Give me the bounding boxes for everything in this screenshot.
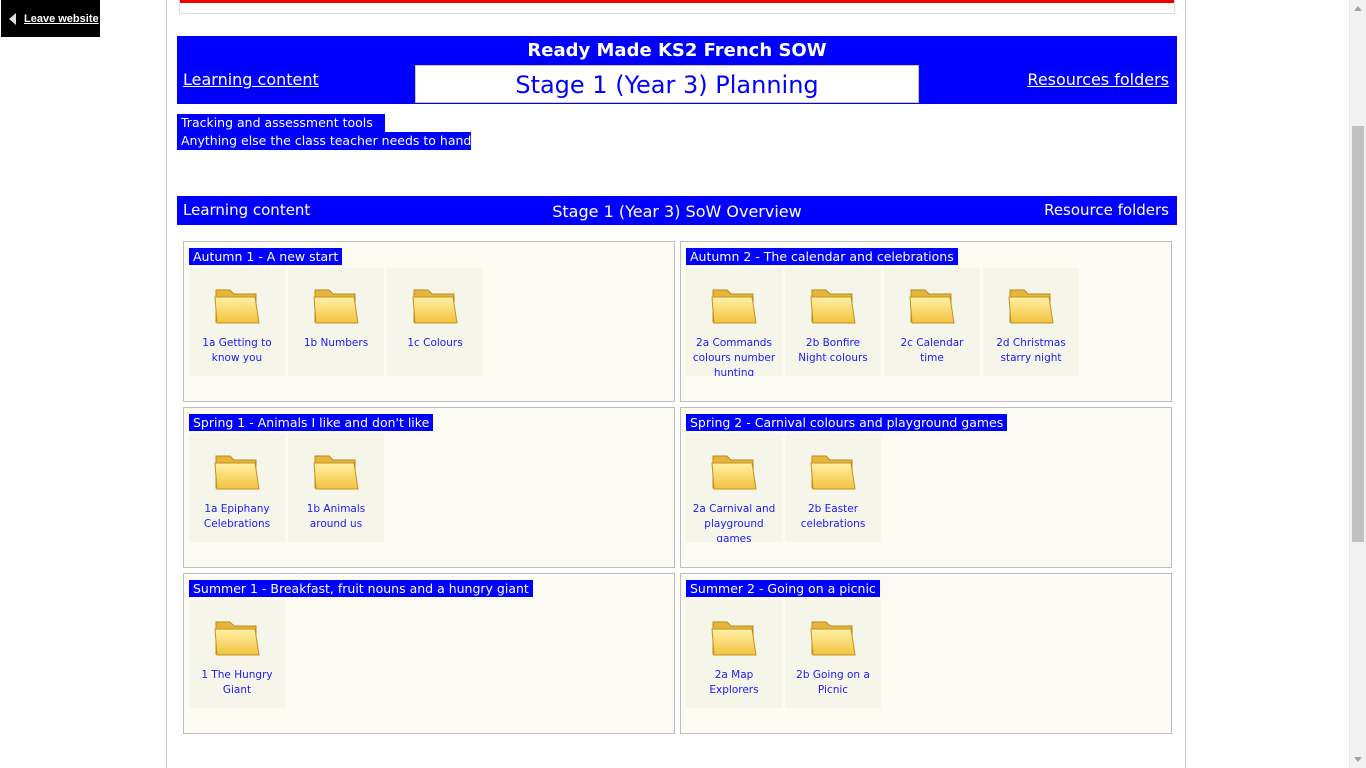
term-panel: Summer 1 - Breakfast, fruit nouns and a … [183,573,675,734]
folder-icon [710,448,758,494]
folder-label: 1a Getting to know you [202,337,272,364]
red-rule [180,0,1174,3]
resource-folder[interactable]: 2a Carnival and playground games [686,434,782,542]
folder-list: 2a Commands colours number hunting 2b Bon… [686,268,1082,376]
scroll-thumb[interactable] [1352,126,1364,542]
term-title: Autumn 2 - The calendar and celebrations [686,248,958,265]
leave-website-button[interactable]: Leave website [1,0,100,37]
folder-icon [710,614,758,660]
folder-label: 1a Epiphany Celebrations [203,503,271,530]
top-box [179,0,1175,14]
folder-list: 2a Map Explorers 2b Going on a Picnic [686,600,884,708]
term-title: Spring 2 - Carnival colours and playgrou… [686,414,1008,431]
folder-label: 1c Colours [407,337,463,349]
learning-content-link[interactable]: Learning content [183,70,319,89]
folder-label: 2b Going on a Picnic [796,669,870,696]
folder-icon [809,614,857,660]
folder-icon [213,282,261,328]
folder-label: 2a Carnival and playground games [692,503,776,542]
term-panel: Spring 1 - Animals I like and don't like… [183,407,675,568]
folder-list: 1a Getting to know you 1b Numbers 1c Colou… [189,268,486,376]
folder-label: 2d Christmas starry night [996,337,1066,364]
resource-folder[interactable]: 2c Calendar time [884,268,980,376]
folder-list: 1a Epiphany Celebrations 1b Animals aroun… [189,434,387,542]
overview-resource-folders[interactable]: Resource folders [1044,201,1169,219]
folder-icon [213,614,261,660]
folder-icon [312,282,360,328]
resource-folder[interactable]: 2a Map Explorers [686,600,782,708]
resource-folder[interactable]: 1c Colours [387,268,483,376]
sow-title: Ready Made KS2 French SOW [527,40,827,61]
term-panel: Summer 2 - Going on a picnic 2a Map Explo… [680,573,1172,734]
term-title: Summer 2 - Going on a picnic [686,580,880,597]
folder-icon [1007,282,1055,328]
page-content: Ready Made KS2 French SOW Learning conte… [166,0,1186,768]
resource-folder[interactable]: 2d Christmas starry night [983,268,1079,376]
resource-folder[interactable]: 2a Commands colours number hunting [686,268,782,376]
folder-icon [809,448,857,494]
term-title: Summer 1 - Breakfast, fruit nouns and a … [189,580,533,597]
folder-icon [809,282,857,328]
folder-icon [908,282,956,328]
scroll-down-icon[interactable] [1354,757,1362,762]
folder-list: 1 The Hungry Giant [189,600,288,708]
folder-label: 1b Animals around us [306,503,366,530]
folder-icon [710,282,758,328]
resource-folder[interactable]: 1b Animals around us [288,434,384,542]
folder-label: 2a Map Explorers [709,669,759,696]
folder-label: 1b Numbers [303,337,369,349]
folder-icon [312,448,360,494]
term-title: Autumn 1 - A new start [189,248,343,265]
resource-folder[interactable]: 2b Bonfire Night colours [785,268,881,376]
resource-folder[interactable]: 2b Easter celebrations [785,434,881,542]
overview-header: Learning content Stage 1 (Year 3) SoW Ov… [177,196,1177,225]
resources-folders-link[interactable]: Resources folders [1027,70,1169,89]
scroll-up-icon[interactable] [1354,6,1362,11]
tracking-assessment-link[interactable]: Tracking and assessment tools [177,114,385,132]
folder-label: 2a Commands colours number hunting [692,337,776,376]
back-arrow-icon [9,12,16,25]
folder-icon [213,448,261,494]
vertical-scrollbar[interactable] [1349,0,1366,768]
term-panel: Autumn 2 - The calendar and celebrations… [680,241,1172,402]
folder-label: 2b Bonfire Night colours [798,337,868,364]
folder-label: 1 The Hungry Giant [201,669,273,696]
term-panel: Autumn 1 - A new start 1a Getting to know… [183,241,675,402]
planning-title: Stage 1 (Year 3) Planning [415,65,919,103]
term-panel: Spring 2 - Carnival colours and playgrou… [680,407,1172,568]
resource-folder[interactable]: 1b Numbers [288,268,384,376]
folder-label: 2c Calendar time [900,337,964,364]
folder-list: 2a Carnival and playground games 2b Easte… [686,434,884,542]
resource-folder[interactable]: 2b Going on a Picnic [785,600,881,708]
planning-header: Ready Made KS2 French SOW Learning conte… [177,36,1177,104]
resource-folder[interactable]: 1a Getting to know you [189,268,285,376]
folder-icon [411,282,459,328]
anything-else-link[interactable]: Anything else the class teacher needs to… [177,132,472,150]
folder-label: 2b Easter celebrations [800,503,866,530]
overview-title: Stage 1 (Year 3) SoW Overview [552,202,802,221]
leave-website-label: Leave website [24,12,99,25]
resource-folder[interactable]: 1 The Hungry Giant [189,600,285,708]
resource-folder[interactable]: 1a Epiphany Celebrations [189,434,285,542]
term-title: Spring 1 - Animals I like and don't like [189,414,434,431]
